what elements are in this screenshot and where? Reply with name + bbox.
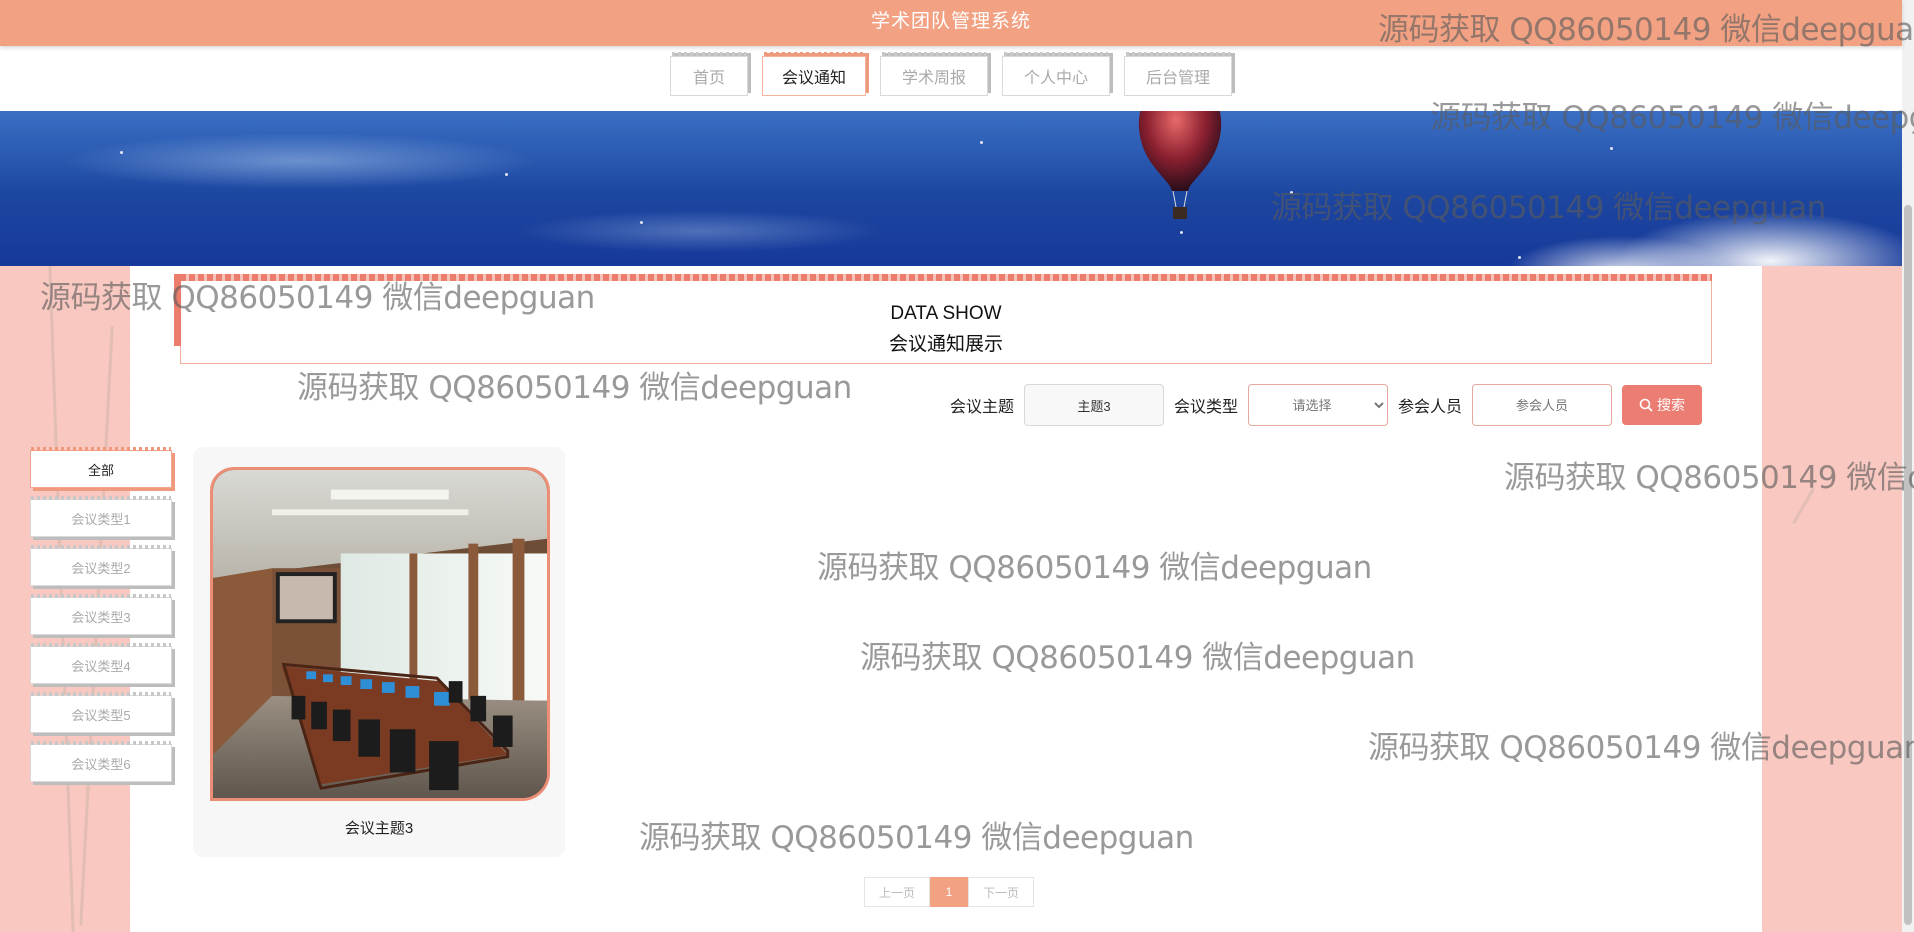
right-decoration bbox=[1752, 266, 1902, 932]
app-title: 学术团队管理系统 bbox=[870, 11, 1031, 32]
top-bar: 学术团队管理系统 bbox=[0, 0, 1902, 46]
nav-meeting-notice[interactable]: 会议通知 bbox=[762, 52, 866, 96]
category-type-5[interactable]: 会议类型5 bbox=[30, 692, 172, 733]
page-number-button[interactable]: 1 bbox=[930, 877, 968, 907]
search-button-label: 搜索 bbox=[1657, 397, 1686, 413]
section-header: DATA SHOW 会议通知展示 bbox=[174, 274, 1712, 364]
category-type-2[interactable]: 会议类型2 bbox=[30, 545, 172, 586]
search-button[interactable]: 搜索 bbox=[1622, 385, 1703, 425]
scrollbar-thumb[interactable] bbox=[1904, 205, 1912, 925]
watermark-text: 源码获取 QQ86050149 微信deepguan bbox=[860, 640, 1415, 676]
category-type-3[interactable]: 会议类型3 bbox=[30, 594, 172, 635]
main-nav: 首页 会议通知 学术周报 个人中心 后台管理 bbox=[0, 52, 1902, 102]
type-select[interactable]: 请选择 bbox=[1248, 384, 1389, 426]
watermark-text: 源码获取 QQ86050149 微信deepguan bbox=[639, 820, 1194, 856]
meeting-card[interactable]: 会议主题3 bbox=[193, 447, 565, 857]
balloon-icon bbox=[1138, 111, 1222, 219]
search-icon bbox=[1639, 398, 1653, 412]
nav-admin[interactable]: 后台管理 bbox=[1124, 52, 1232, 96]
category-all[interactable]: 全部 bbox=[30, 447, 172, 488]
category-type-1[interactable]: 会议类型1 bbox=[30, 496, 172, 537]
banner-image bbox=[0, 111, 1902, 266]
meeting-room-image[interactable] bbox=[210, 467, 550, 801]
meeting-card-title[interactable]: 会议主题3 bbox=[193, 817, 565, 838]
section-title-cn: 会议通知展示 bbox=[888, 334, 1003, 355]
category-type-6[interactable]: 会议类型6 bbox=[30, 741, 172, 782]
category-list: 全部 会议类型1 会议类型2 会议类型3 会议类型4 会议类型5 会议类型6 bbox=[30, 447, 172, 793]
type-label: 会议类型 bbox=[1174, 399, 1239, 416]
watermark-text: 源码获取 QQ86050149 微信deepguan bbox=[817, 550, 1372, 586]
people-input[interactable] bbox=[1472, 384, 1613, 426]
subject-input[interactable] bbox=[1024, 384, 1165, 426]
people-label: 参会人员 bbox=[1398, 399, 1463, 416]
section-title-en: DATA SHOW bbox=[890, 303, 1002, 324]
nav-personal-center[interactable]: 个人中心 bbox=[1002, 52, 1110, 96]
search-bar: 会议主题 会议类型 请选择 参会人员 搜索 bbox=[950, 384, 1703, 426]
pagination: 上一页 1 下一页 bbox=[864, 877, 1034, 907]
next-page-button[interactable]: 下一页 bbox=[968, 877, 1034, 907]
prev-page-button[interactable]: 上一页 bbox=[864, 877, 930, 907]
watermark-text: 源码获取 QQ86050149 微信deepguan bbox=[297, 370, 852, 406]
nav-home[interactable]: 首页 bbox=[670, 52, 748, 96]
page-scrollbar[interactable] bbox=[1902, 0, 1914, 932]
subject-label: 会议主题 bbox=[950, 399, 1015, 416]
nav-weekly-report[interactable]: 学术周报 bbox=[880, 52, 988, 96]
category-type-4[interactable]: 会议类型4 bbox=[30, 643, 172, 684]
